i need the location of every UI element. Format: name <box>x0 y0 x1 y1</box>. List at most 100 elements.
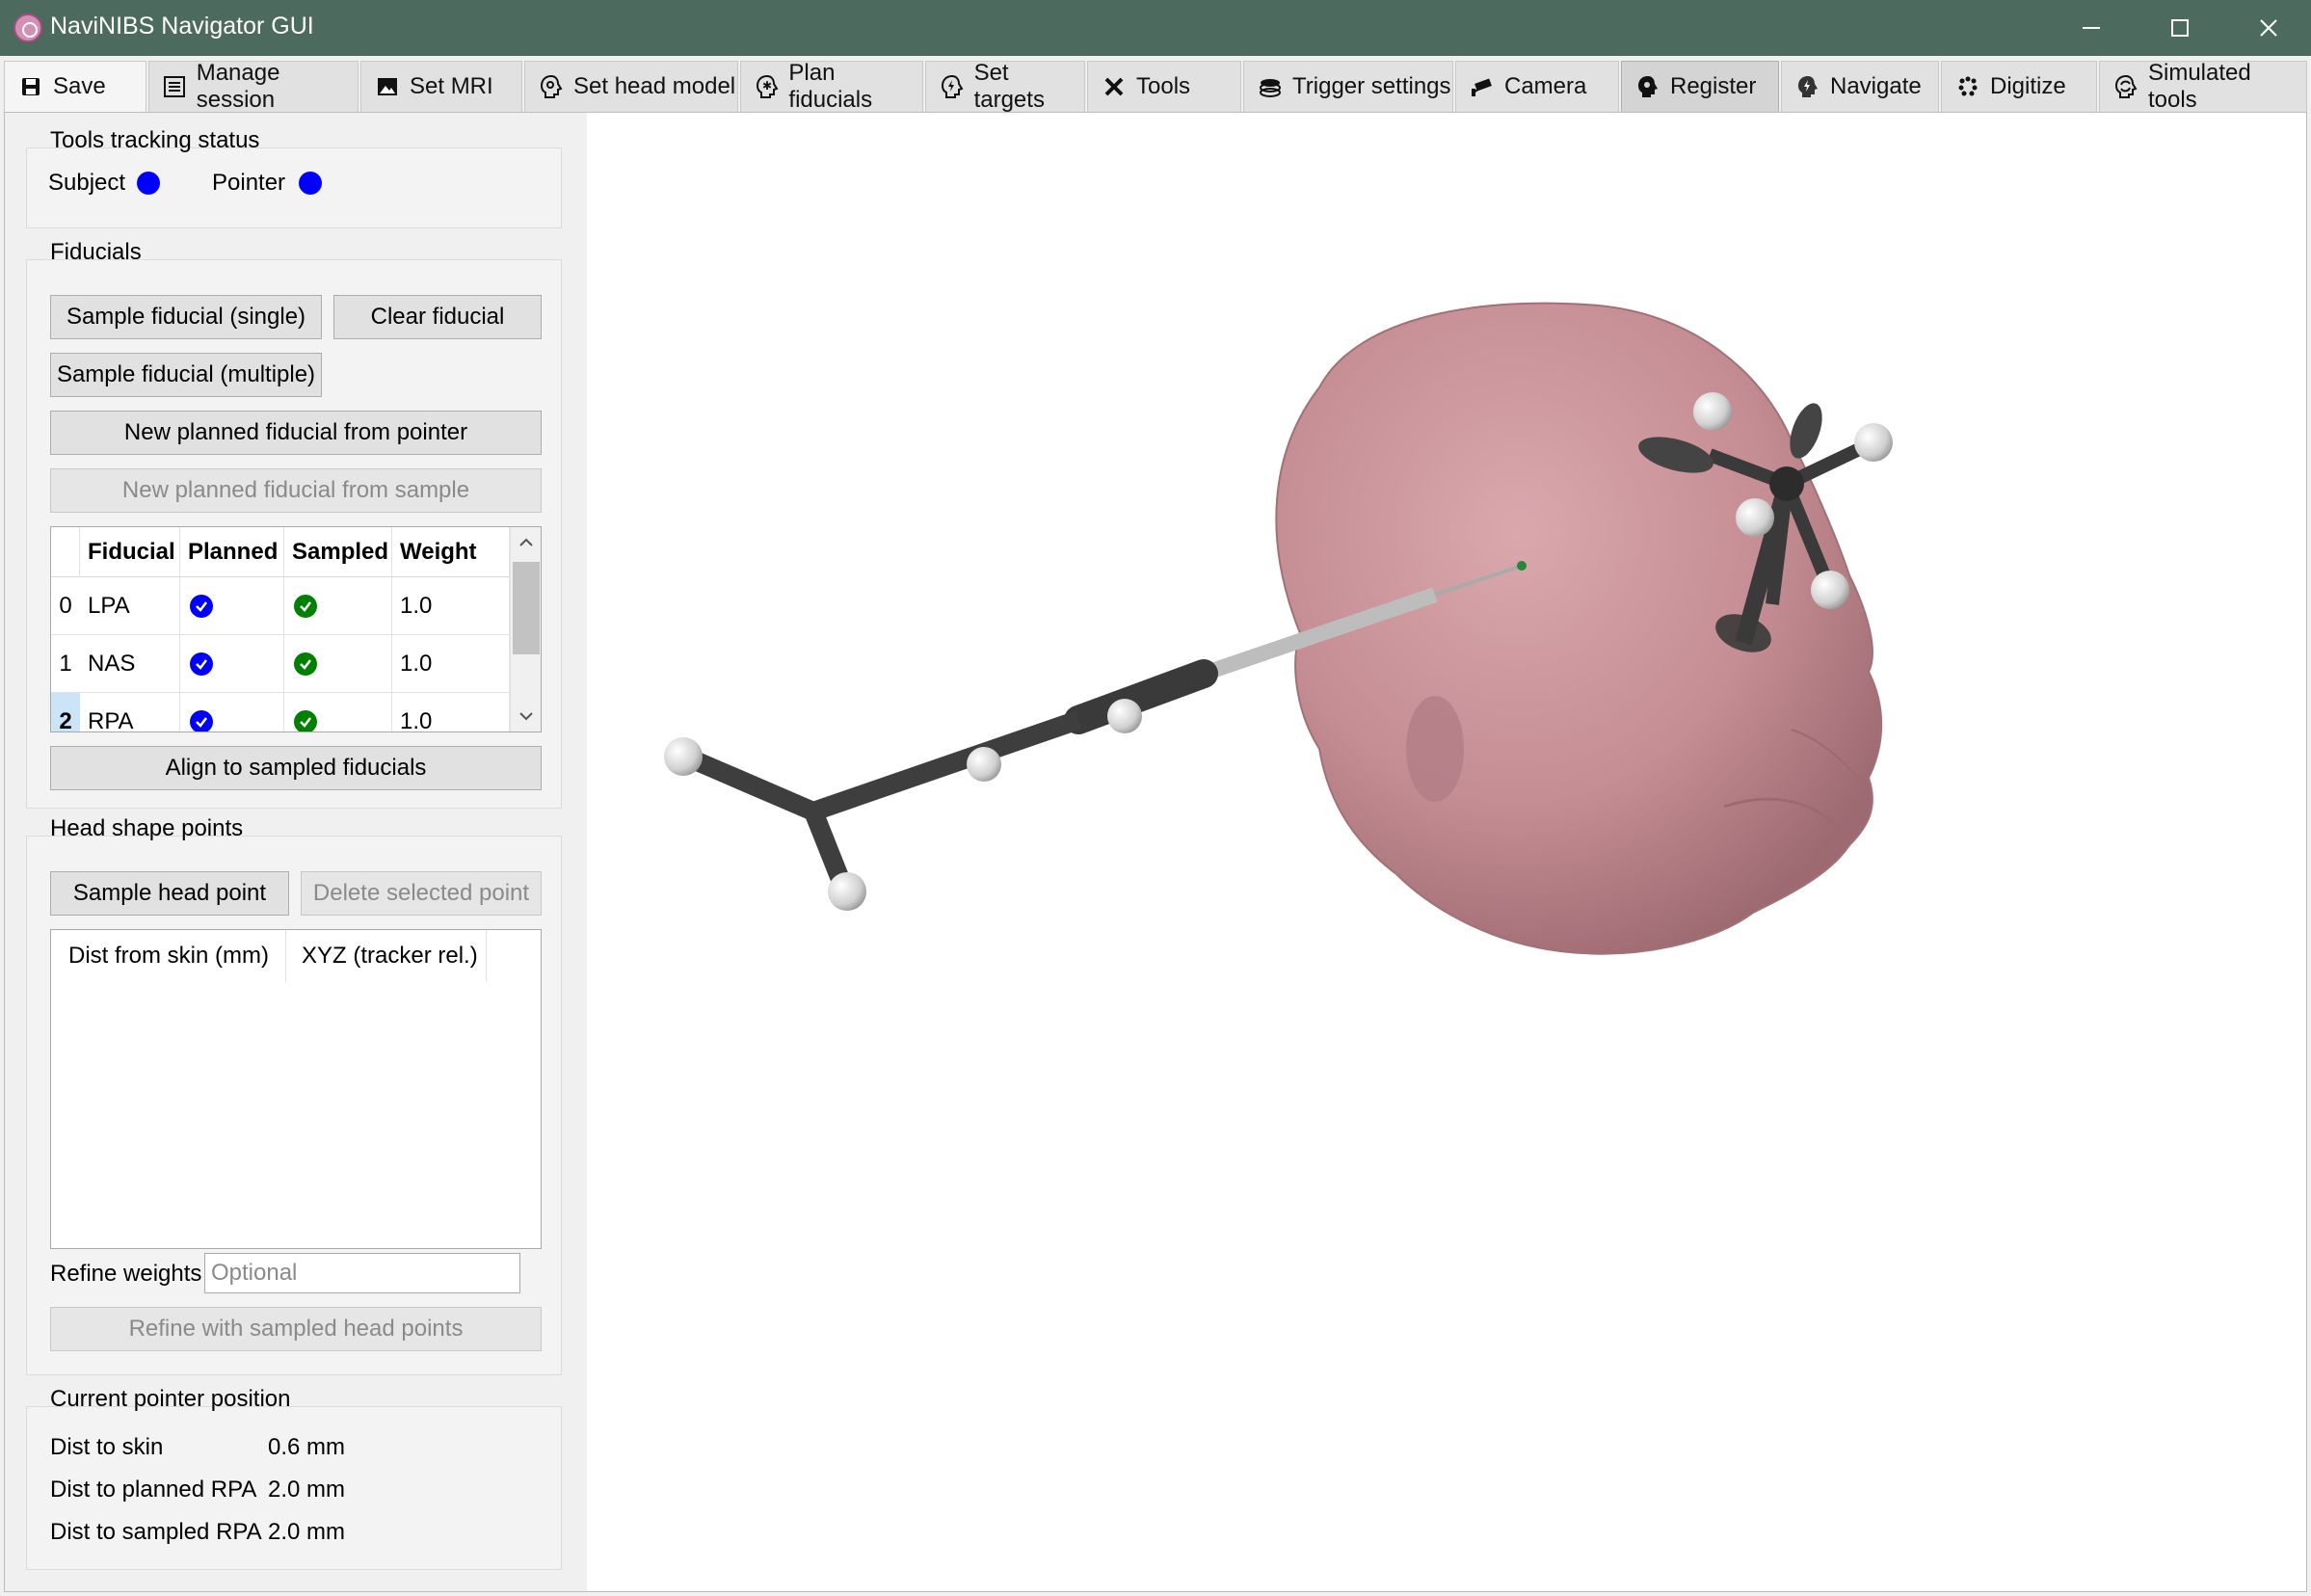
head-shape-points-group: Head shape points Sample head point Dele… <box>26 815 562 1375</box>
subject-label: Subject <box>48 170 126 196</box>
clear-fiducial-button[interactable]: Clear fiducial <box>333 295 542 339</box>
head-model[interactable] <box>1275 302 1883 955</box>
refine-weights-input[interactable]: Optional <box>204 1253 520 1293</box>
group-title: Fiducials <box>50 239 142 265</box>
dist-to-skin-value: 0.6 mm <box>268 1434 346 1460</box>
sampled-check-icon <box>294 652 317 676</box>
table-corner <box>51 527 80 577</box>
tab-manage-session[interactable]: Manage session <box>148 60 359 113</box>
pointer-status-indicator <box>299 172 322 195</box>
tab-digitize[interactable]: Digitize <box>1941 61 2097 112</box>
scroll-down-icon[interactable] <box>511 701 541 732</box>
tab-set-head-model[interactable]: Set head model <box>524 61 738 112</box>
refine-weights-label: Refine weights <box>50 1261 202 1287</box>
group-title: Current pointer position <box>50 1386 291 1412</box>
planned-cell[interactable] <box>180 693 284 732</box>
image-icon <box>373 72 402 101</box>
tab-label: Plan fiducials <box>788 60 873 113</box>
sample-fiducial-single-button[interactable]: Sample fiducial (single) <box>50 295 322 339</box>
planned-cell[interactable] <box>180 577 284 635</box>
sample-head-point-button[interactable]: Sample head point <box>50 871 289 916</box>
column-header-sampled[interactable]: Sampled <box>284 527 392 577</box>
fiducial-name-cell[interactable]: NAS <box>80 635 180 693</box>
pointer-position-group: Current pointer position Dist to skin 0.… <box>26 1386 562 1570</box>
minimize-button[interactable] <box>2047 0 2136 56</box>
tab-save[interactable]: Save <box>4 61 146 112</box>
cctv-icon <box>1468 72 1497 101</box>
column-header-planned[interactable]: Planned <box>180 527 284 577</box>
planned-check-icon <box>190 652 213 676</box>
tab-label: Set MRI <box>410 73 493 99</box>
scroll-thumb[interactable] <box>513 562 540 654</box>
align-to-sampled-fiducials-button[interactable]: Align to sampled fiducials <box>50 746 542 790</box>
tab-label: Navigate <box>1830 73 1922 99</box>
group-title: Tools tracking status <box>50 127 260 153</box>
3d-viewport[interactable] <box>587 113 2306 1591</box>
tab-label: Manage session <box>196 60 280 113</box>
column-header-fiducial[interactable]: Fiducial <box>80 527 180 577</box>
fiducials-table: Fiducial Planned Sampled Weight 0 LPA 1.… <box>50 526 542 732</box>
close-icon <box>2260 19 2277 37</box>
head-star-icon: ✱ <box>753 72 781 101</box>
tab-register[interactable]: Register <box>1621 61 1779 112</box>
scroll-up-icon[interactable] <box>511 527 541 558</box>
weight-cell[interactable]: 1.0 <box>392 635 510 693</box>
row-header[interactable]: 1 <box>51 635 80 693</box>
svg-text:✱: ✱ <box>762 79 772 93</box>
table-scrollbar[interactable] <box>510 527 541 732</box>
tab-camera[interactable]: Camera <box>1455 61 1619 112</box>
tab-label: Simulated tools <box>2147 60 2251 113</box>
sample-fiducial-multiple-button[interactable]: Sample fiducial (multiple) <box>50 353 322 397</box>
new-planned-fiducial-from-pointer-button[interactable]: New planned fiducial from pointer <box>50 411 542 455</box>
window-title: NaviNIBS Navigator GUI <box>50 13 314 40</box>
head-points-list[interactable]: Dist from skin (mm) XYZ (tracker rel.) <box>50 929 542 1249</box>
tab-tools[interactable]: Tools <box>1087 61 1241 112</box>
close-button[interactable] <box>2224 0 2311 56</box>
maximize-button[interactable] <box>2136 0 2224 56</box>
tab-bar: Save Manage session Set MRI Set head mod… <box>0 56 2311 113</box>
tab-navigate[interactable]: Navigate <box>1781 61 1939 112</box>
head-bolt-icon <box>1793 72 1822 101</box>
sampled-check-icon <box>294 709 317 732</box>
tab-simulated-tools[interactable]: Simulated tools <box>2099 60 2307 113</box>
fiducial-name-cell[interactable]: RPA <box>80 693 180 732</box>
fiducials-group: Fiducials Sample fiducial (single) Clear… <box>26 239 562 809</box>
head-icon <box>537 72 566 101</box>
list-icon <box>161 72 189 101</box>
tab-label: Digitize <box>1990 73 2066 99</box>
dist-to-planned-label: Dist to planned RPA <box>50 1476 257 1503</box>
tab-label: Camera <box>1504 73 1587 99</box>
planned-check-icon <box>190 594 213 618</box>
new-planned-fiducial-from-sample-button[interactable]: New planned fiducial from sample <box>50 468 542 513</box>
dist-to-sampled-label: Dist to sampled RPA <box>50 1519 262 1545</box>
dots-icon <box>1953 72 1982 101</box>
tab-label: Set targets <box>973 60 1045 113</box>
tab-set-mri[interactable]: Set MRI <box>360 61 522 112</box>
subject-status-indicator <box>137 172 160 195</box>
weight-cell[interactable]: 1.0 <box>392 577 510 635</box>
tracking-status-group: Tools tracking status Subject Pointer <box>26 127 562 228</box>
tab-plan-fiducials[interactable]: ✱ Plan fiducials <box>740 60 923 113</box>
column-header-dist-from-skin[interactable]: Dist from skin (mm) <box>51 930 286 982</box>
maximize-icon <box>2171 19 2189 37</box>
delete-selected-point-button[interactable]: Delete selected point <box>301 871 542 916</box>
fiducial-name-cell[interactable]: LPA <box>80 577 180 635</box>
title-bar: NaviNIBS Navigator GUI <box>0 0 2311 56</box>
column-header-xyz[interactable]: XYZ (tracker rel.) <box>286 930 487 982</box>
pointer-label: Pointer <box>212 170 286 196</box>
refine-with-sampled-head-points-button[interactable]: Refine with sampled head points <box>50 1307 542 1351</box>
weight-cell[interactable]: 1.0 <box>392 693 510 732</box>
column-header-weight[interactable]: Weight <box>392 527 510 577</box>
sampled-cell[interactable] <box>284 635 392 693</box>
planned-check-icon <box>190 709 213 732</box>
sampled-cell[interactable] <box>284 577 392 635</box>
tab-set-targets[interactable]: Set targets <box>925 60 1085 113</box>
tab-trigger-settings[interactable]: Trigger settings <box>1243 61 1453 112</box>
row-header[interactable]: 2 <box>51 693 80 732</box>
tab-label: Set head model <box>573 73 736 99</box>
sampled-cell[interactable] <box>284 693 392 732</box>
planned-cell[interactable] <box>180 635 284 693</box>
row-header[interactable]: 0 <box>51 577 80 635</box>
floppy-icon <box>16 72 45 101</box>
tab-label: Trigger settings <box>1292 73 1451 99</box>
